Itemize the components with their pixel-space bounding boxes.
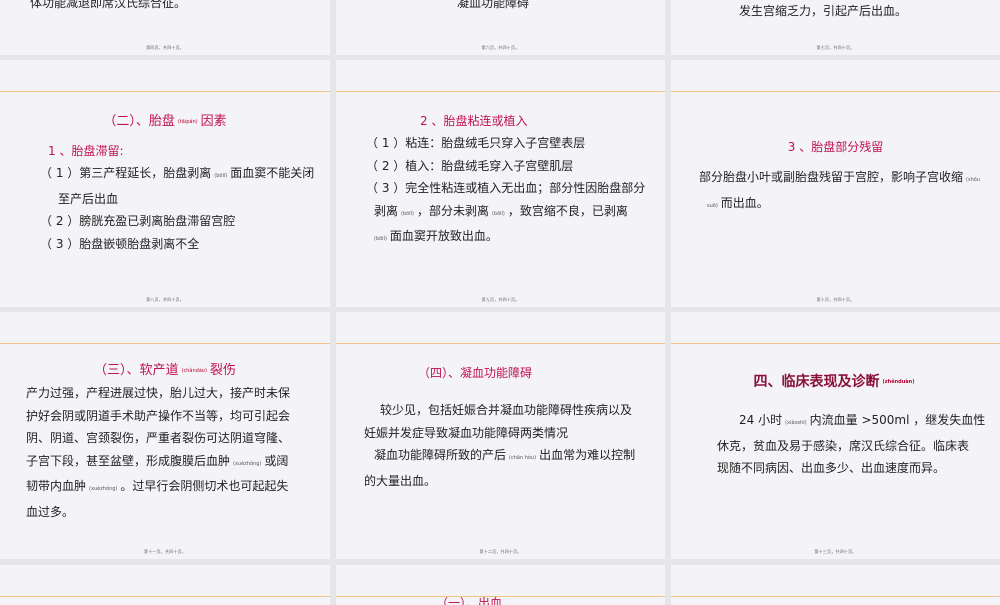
slide-body: 较少见，包括妊娠合并凝血功能障碍性疾病以及 妊娠并发症导致凝血功能障碍两类情况 … (364, 403, 636, 488)
slide-divider (336, 91, 665, 92)
slide-divider (336, 343, 665, 344)
slide-body: （ 1 ）粘连：胎盘绒毛只穿入子宫壁表层 （ 2 ）植入：胎盘绒毛穿入子宫壁肌层… (366, 136, 646, 244)
slide-title: （三）、软产道 (chǎndào) 裂伤 (94, 363, 236, 378)
slide-divider (671, 343, 1000, 344)
slide-body: （ 1 ）第三产程延长，胎盘剥离 (bōlí) 面血窦不能关闭 至产后出血 （ 2 … (40, 166, 315, 251)
slide-4[interactable]: 体功能减退即席汉氏综合征。 第四页，共四十页。 (0, 0, 330, 55)
slide-title: 2 、胎盘粘连或植入 (420, 114, 528, 128)
slide-10[interactable]: 3 、胎盘部分残留 部分胎盘小叶或副胎盘残留于宫腔，影响子宫收缩 (shōu su… (671, 60, 1000, 307)
slide-7-text: 发生宫缩乏力，引起产后出血。 (739, 4, 908, 18)
slide-title: （四）、凝血功能障碍 (418, 366, 533, 380)
slide-footer: 第十三页，共四十页。 (814, 549, 857, 554)
slide-6-text: 凝血功能障碍 (457, 0, 530, 10)
slide-body: 部分胎盘小叶或副胎盘残留于宫腔，影响子宫收缩 (shōu suō) 而出血。 (699, 170, 980, 210)
slide-footer: 第七页，共四十页。 (816, 45, 855, 50)
slide-divider (0, 343, 330, 344)
slide-title: （二）、胎盘 (tāipán) 因素 (103, 114, 227, 129)
slide-subtitle: 1 、胎盘滞留: (48, 144, 124, 158)
slide-11[interactable]: （三）、软产道 (chǎndào) 裂伤 产力过强，产程进展过快，胎儿过大，接产时未… (0, 312, 330, 559)
slide-body: 产力过强，产程进展过快，胎儿过大，接产时未保 护好会阴或阴道手术助产操作不当等，… (26, 386, 291, 519)
slide-7[interactable]: 发生宫缩乏力，引起产后出血。 第七页，共四十页。 (671, 0, 1000, 55)
slide-12[interactable]: （四）、凝血功能障碍 较少见，包括妊娠合并凝血功能障碍性疾病以及 妊娠并发症导致… (336, 312, 665, 559)
slide-footer: 第四页，共四十页。 (146, 45, 184, 50)
slide-body: 24 小时 (xiǎoshí) 内流血量 >500ml ，继发失血性 休克，贫血及易… (717, 413, 986, 476)
slide-8[interactable]: （二）、胎盘 (tāipán) 因素 1 、胎盘滞留: （ 1 ）第三产程延长，胎盘… (0, 60, 330, 307)
slide-15[interactable]: （一）、出血 (336, 565, 665, 605)
slide-title: 3 、胎盘部分残留 (787, 140, 884, 154)
slide-footer: 第九页，共四十页。 (481, 297, 520, 302)
slide-divider (671, 91, 1000, 92)
slide-16[interactable] (671, 565, 1000, 605)
slide-divider (0, 596, 330, 597)
slide-title: 四、临床表现及诊断 (zhěnduàn) (753, 374, 915, 390)
slide-divider (671, 596, 1000, 597)
slide-14[interactable] (0, 565, 330, 605)
slide-6[interactable]: 凝血功能障碍 第六页，共四十页。 (336, 0, 665, 55)
slide-4-text: 体功能减退即席汉氏综合征。 (30, 0, 187, 10)
slide-13[interactable]: 四、临床表现及诊断 (zhěnduàn) 24 小时 (xiǎoshí) 内流血量 >… (671, 312, 1000, 559)
slide-footer: 第六页，共四十页。 (481, 45, 520, 50)
slide-footer: 第八页，共四十页。 (146, 297, 184, 302)
slide-divider (0, 91, 330, 92)
slide-footer: 第十页，共四十页。 (816, 297, 855, 302)
slide-9[interactable]: 2 、胎盘粘连或植入 （ 1 ）粘连：胎盘绒毛只穿入子宫壁表层 （ 2 ）植入：… (336, 60, 665, 307)
slide-footer: 第十一页，共四十页。 (144, 549, 186, 554)
slide-footer: 第十二页，共四十页。 (479, 549, 522, 554)
